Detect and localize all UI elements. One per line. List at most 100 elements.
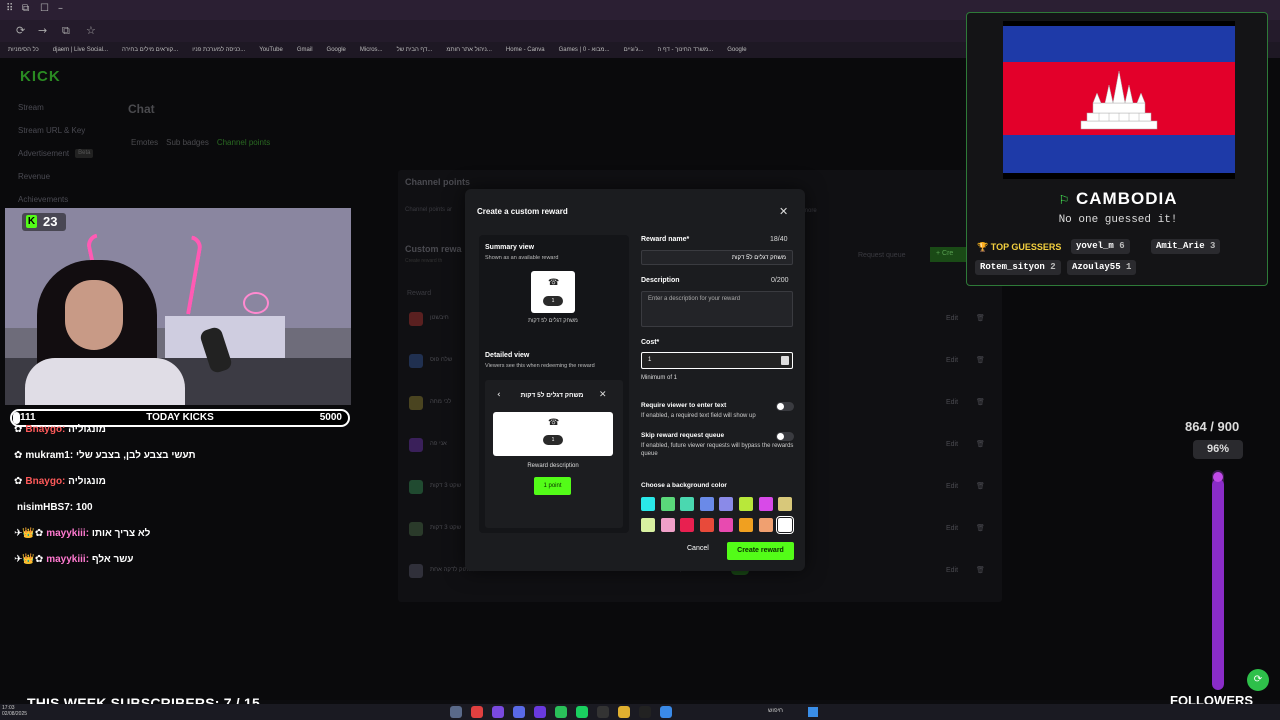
color-swatch[interactable] [660, 497, 675, 511]
edit-reward-button[interactable]: Edit [946, 399, 958, 406]
taskbar-search[interactable]: חיפוש [768, 708, 783, 714]
reward-name-input[interactable]: משחק דגלים ל5 דקות [641, 250, 793, 265]
color-swatch[interactable] [719, 518, 734, 532]
edit-reward-button[interactable]: Edit [946, 441, 958, 448]
chat-bubble-icon[interactable]: ⟳ [1247, 669, 1269, 691]
sidebar-item-advertisement[interactable]: Advertisement Beta [0, 142, 110, 165]
create-reward-button[interactable]: Create reward [727, 542, 794, 560]
bookmark-item[interactable]: Google [327, 47, 346, 53]
spotify-icon[interactable] [576, 706, 588, 718]
color-swatch[interactable] [739, 497, 753, 511]
edit-reward-button[interactable]: Edit [946, 483, 958, 490]
bookmark-item[interactable]: ניהול אתר חותמ... [446, 47, 492, 53]
followers-percent: 96% [1193, 440, 1243, 459]
color-swatch[interactable] [776, 516, 795, 534]
bookmark-star-icon[interactable]: ☆ [86, 24, 96, 37]
app-icon[interactable] [471, 706, 483, 718]
color-swatch[interactable] [758, 518, 773, 532]
request-queue-link[interactable]: Request queue [858, 252, 905, 259]
bookmark-item[interactable]: djaem | Live Social... [53, 47, 108, 53]
trash-icon[interactable]: 🗑 [976, 566, 985, 574]
bookmark-item[interactable]: Home - Canva [506, 47, 545, 53]
whatsapp-icon[interactable] [555, 706, 567, 718]
bookmark-item[interactable]: ג'וגיים... [624, 47, 644, 53]
edit-reward-button[interactable]: Edit [946, 315, 958, 322]
edit-reward-button[interactable]: Edit [946, 525, 958, 532]
chat-message: nisimHBS7: 100 [14, 502, 93, 513]
cancel-button[interactable]: Cancel [687, 545, 709, 552]
edit-reward-button[interactable]: Edit [946, 567, 958, 574]
bookmark-item[interactable]: Google [727, 47, 746, 53]
tab-emotes[interactable]: Emotes [131, 138, 158, 147]
tab-channel-points[interactable]: Channel points [217, 138, 270, 147]
window-minimize-icon[interactable]: – [58, 3, 63, 14]
settings-app-icon[interactable] [450, 706, 462, 718]
flag-game-panel: ⚐ CAMBODIA No one guessed it! 🏆 TOP GUES… [966, 12, 1268, 286]
trash-icon[interactable]: 🗑 [976, 440, 985, 448]
color-swatch[interactable] [641, 497, 655, 511]
sidebar-item-revenue[interactable]: Revenue [0, 165, 110, 188]
trash-icon[interactable]: 🗑 [976, 524, 985, 532]
color-swatch[interactable] [778, 497, 793, 511]
flag-icon: ⚐ [1058, 193, 1071, 207]
discord-icon[interactable] [513, 706, 525, 718]
redeem-button[interactable]: 1 point [534, 477, 571, 495]
bookmark-item[interactable]: כניסה למערכת פניו... [192, 47, 245, 53]
windows-start-icon[interactable] [808, 707, 818, 717]
color-swatch[interactable] [758, 497, 773, 511]
window-maximize-icon[interactable]: ☐ [40, 3, 49, 14]
bookmark-item[interactable]: Micros... [360, 47, 383, 53]
trash-icon[interactable]: 🗑 [976, 356, 985, 364]
cost-stepper-icon[interactable] [781, 356, 789, 365]
bookmark-item[interactable]: כל הסימניות [8, 47, 39, 53]
edit-reward-button[interactable]: Edit [946, 357, 958, 364]
color-swatch[interactable] [699, 518, 714, 532]
kick-logo[interactable]: KICK [20, 68, 61, 85]
app-icon[interactable] [492, 706, 504, 718]
tiktok-icon[interactable] [639, 706, 651, 718]
bookmark-item[interactable]: משרד החינוך - דף ה... [657, 47, 713, 53]
color-swatch[interactable] [739, 518, 753, 532]
forward-icon[interactable]: → [38, 24, 47, 37]
close-icon[interactable]: ✕ [779, 205, 788, 218]
bookmark-item[interactable]: YouTube [259, 47, 283, 53]
require-text-toggle[interactable] [776, 402, 794, 411]
skip-queue-toggle[interactable] [776, 432, 794, 441]
trash-icon[interactable]: 🗑 [976, 482, 985, 490]
description-input[interactable]: Enter a description for your reward [641, 291, 793, 327]
bookmark-item[interactable]: Games | מבוא - 0... [559, 47, 610, 53]
refresh-icon[interactable]: ⟳ [16, 24, 25, 37]
more-link[interactable]: more [803, 208, 817, 214]
app-icon[interactable] [597, 706, 609, 718]
window-menu-icon[interactable]: ⠿ [6, 3, 13, 14]
window-restore-icon[interactable]: ⧉ [22, 3, 29, 14]
chat-username: nisimHBS7: [17, 502, 74, 513]
sidebar-item-stream-url-key[interactable]: Stream URL & Key [0, 119, 110, 142]
followers-progress-fill [1212, 478, 1224, 690]
skip-queue-help: If enabled, future viewer requests will … [641, 443, 794, 457]
chat-username: mukram1: [25, 450, 74, 461]
sidebar-item-stream[interactable]: Stream [0, 96, 110, 119]
modal-title: Create a custom reward [477, 207, 568, 216]
chevron-left-icon[interactable]: ‹ [497, 390, 501, 400]
reward-column-header: Reward [407, 290, 432, 297]
color-swatch[interactable] [660, 518, 675, 532]
bookmark-item[interactable]: קוראים מילים בחירה... [122, 47, 178, 53]
file-explorer-icon[interactable] [618, 706, 630, 718]
chat-text: לא צריך אותו [91, 528, 151, 539]
close-icon[interactable]: ✕ [599, 390, 607, 400]
color-swatch[interactable] [719, 497, 734, 511]
extension-icon[interactable]: ⧉ [62, 24, 70, 38]
tab-sub-badges[interactable]: Sub badges [166, 138, 209, 147]
color-swatch[interactable] [699, 497, 714, 511]
bookmark-item[interactable]: Gmail [297, 47, 313, 53]
color-swatch[interactable] [680, 518, 695, 532]
trash-icon[interactable]: 🗑 [976, 398, 985, 406]
chrome-icon[interactable] [660, 706, 672, 718]
trash-icon[interactable]: 🗑 [976, 314, 985, 322]
bookmark-item[interactable]: דף הבית של... [397, 47, 433, 53]
color-swatch[interactable] [641, 518, 655, 532]
color-swatch[interactable] [680, 497, 695, 511]
cost-input[interactable]: 1 [641, 352, 793, 369]
app-icon[interactable] [534, 706, 546, 718]
